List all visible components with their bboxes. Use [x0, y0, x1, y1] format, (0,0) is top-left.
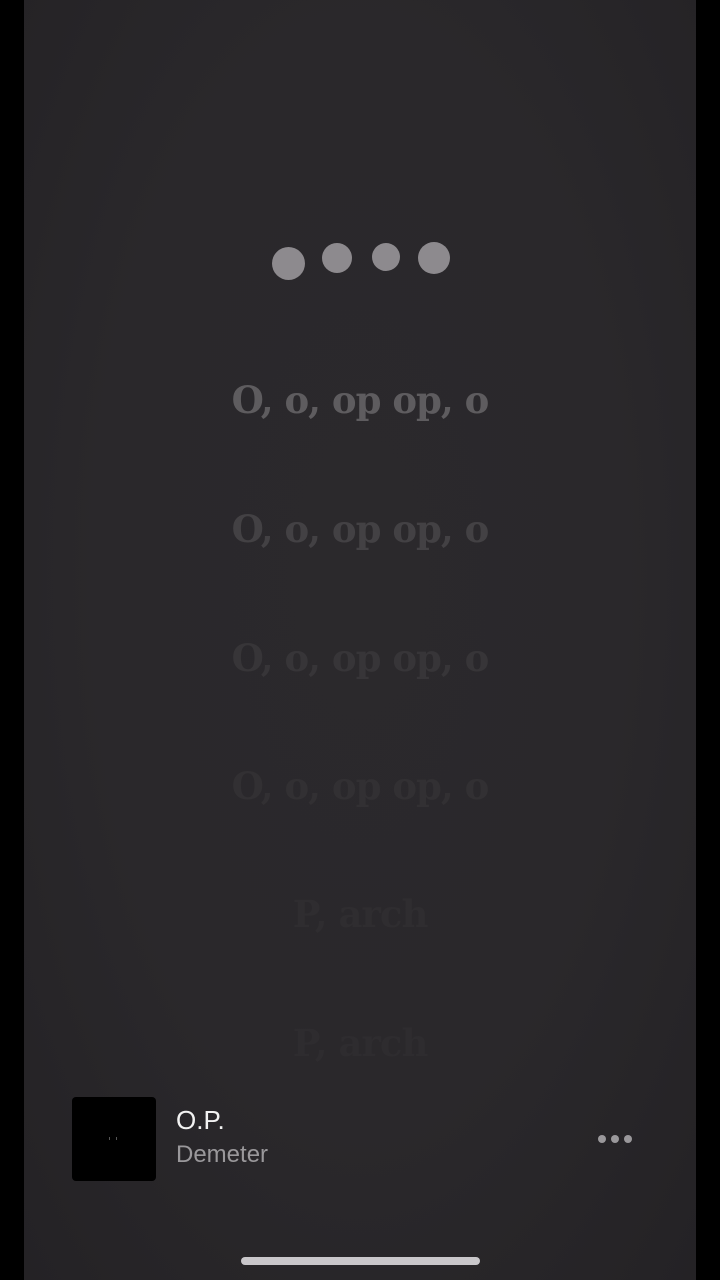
lyric-line-5[interactable]: P, arch: [24, 890, 696, 938]
lyric-line-4[interactable]: O, o, op op, o: [24, 762, 696, 810]
waiting-dot-4: [418, 242, 450, 274]
more-dot-3: [624, 1135, 632, 1143]
waiting-dots-icon: [24, 0, 696, 300]
more-dot-1: [598, 1135, 606, 1143]
waiting-dot-3: [372, 243, 400, 271]
song-title: O.P.: [176, 1105, 225, 1135]
waiting-dot-1: [272, 247, 305, 280]
artwork-detail: [109, 1137, 117, 1140]
album-artwork[interactable]: [72, 1097, 156, 1181]
home-indicator[interactable]: [241, 1257, 480, 1265]
more-options-button[interactable]: [592, 1121, 642, 1157]
more-dot-2: [611, 1135, 619, 1143]
lyric-line-3[interactable]: O, o, op op, o: [24, 634, 696, 682]
lyrics-screen: O, o, op op, o O, o, op op, o O, o, op o…: [24, 0, 696, 1280]
song-artist[interactable]: Demeter: [176, 1141, 268, 1169]
now-playing-bar[interactable]: O.P. Demeter: [72, 1097, 672, 1181]
lyric-line-1[interactable]: O, o, op op, o: [24, 376, 696, 424]
lyric-line-2[interactable]: O, o, op op, o: [24, 505, 696, 553]
waiting-dot-2: [322, 243, 352, 273]
lyric-line-6[interactable]: P, arch: [24, 1019, 696, 1067]
